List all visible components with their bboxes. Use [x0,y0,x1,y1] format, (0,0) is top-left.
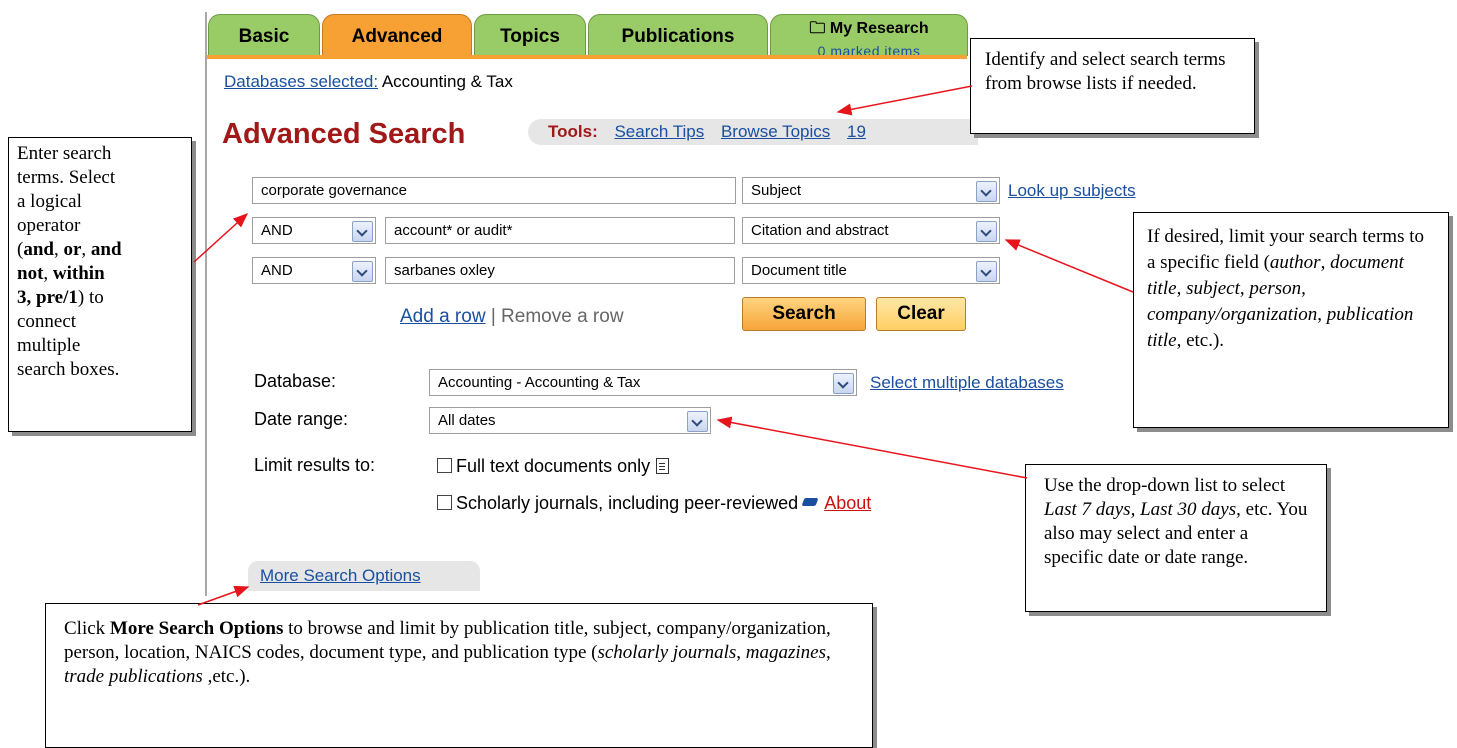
callout-arrows [193,85,1134,606]
arrow-to-field-select [1004,239,1134,293]
arrow-to-search-term [193,212,249,263]
arrow-to-more-options [197,585,250,606]
arrow-to-date-range [716,416,1028,479]
arrow-to-tools [836,85,973,116]
